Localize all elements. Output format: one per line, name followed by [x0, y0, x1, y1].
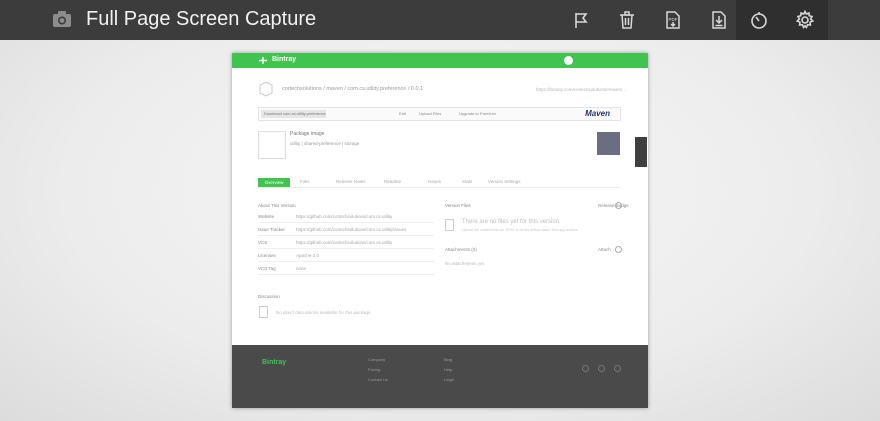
footer-link[interactable]: Blog	[444, 357, 452, 362]
version-files-title: Version Files	[445, 203, 471, 208]
no-files-hint: Upload the content from an SPDX to do th…	[462, 228, 579, 232]
footer-link[interactable]: Pricing	[368, 367, 380, 372]
camera-icon	[53, 11, 71, 27]
qr-code	[597, 132, 620, 155]
release-badge-link[interactable]: Release Badge	[598, 203, 629, 208]
tab-stats[interactable]: Stats	[462, 179, 472, 184]
tab-issues[interactable]: Issues	[428, 179, 441, 184]
twitter-icon[interactable]	[598, 365, 605, 372]
tab-version-settings[interactable]: Version Settings	[488, 179, 521, 184]
timer-button[interactable]	[736, 0, 782, 40]
flag-button[interactable]	[558, 0, 604, 40]
issue-tracker-link[interactable]: https://github.com/cortechsolutions/com.…	[296, 227, 406, 232]
edit-link[interactable]: Edit	[399, 111, 406, 116]
file-icon	[445, 219, 454, 231]
footer-link[interactable]: Legal	[444, 377, 454, 382]
table-row: Website https://github.com/cortechsolutio…	[258, 211, 434, 223]
upgrade-link[interactable]: Upgrade to Premium	[459, 111, 496, 116]
attachments-empty: No attachments yet.	[445, 261, 486, 266]
svg-text:PDF: PDF	[669, 17, 678, 22]
rss-icon[interactable]	[614, 365, 621, 372]
license-link[interactable]: Apache-2.0	[296, 253, 319, 258]
github-icon[interactable]	[582, 365, 589, 372]
add-icon[interactable]	[615, 202, 622, 209]
footer-link[interactable]: Help	[444, 367, 452, 372]
download-chip[interactable]: Download com.cs.utility.preference	[261, 110, 326, 118]
preview-footer: Bintray Company Pricing Contact Us Blog …	[232, 345, 648, 408]
download-pdf-button[interactable]: PDF	[650, 0, 696, 40]
pdf-download-icon: PDF	[666, 11, 680, 29]
preview-brand: Bintray	[272, 56, 297, 63]
table-row: VCS https://github.com/cortechsolutions/c…	[258, 237, 434, 249]
discussion-icon	[259, 306, 268, 318]
table-row: VCS Tag none	[258, 263, 434, 275]
vcs-link[interactable]: https://github.com/cortechsolutions/com.…	[296, 240, 392, 245]
captured-page-preview[interactable]: Bintray cortechsolutions / maven / com.c…	[232, 53, 648, 408]
attach-link[interactable]: Attach	[598, 247, 611, 252]
image-download-icon	[712, 11, 726, 29]
timer-icon	[751, 12, 767, 29]
package-icon	[259, 81, 273, 97]
package-tags: utility | shared-preference | storage	[290, 141, 360, 146]
discussion-text: No direct discussions available for this…	[276, 310, 372, 315]
table-row: Issue Tracker https://github.com/cortechs…	[258, 224, 434, 236]
add-attachment-icon[interactable]	[615, 246, 622, 253]
footer-link[interactable]: Company	[368, 357, 385, 362]
about-title: About This Version	[258, 203, 296, 208]
footer-link[interactable]: Contact Us	[368, 377, 388, 382]
website-link[interactable]: https://github.com/cortechsolutions/com.…	[296, 214, 392, 219]
maven-logo: Maven	[585, 109, 610, 118]
table-row: Licenses Apache-2.0	[258, 250, 434, 262]
download-bar: Download com.cs.utility.preference Edit …	[258, 107, 621, 121]
flag-icon	[575, 13, 588, 28]
upload-files-link[interactable]: Upload Files	[419, 111, 441, 116]
delete-button[interactable]	[604, 0, 650, 40]
footer-logo: Bintray	[262, 359, 287, 366]
attachments-title: Attachments (0)	[445, 247, 477, 252]
preview-header: Bintray	[232, 53, 648, 68]
gear-icon	[795, 10, 815, 29]
breadcrumb: cortechsolutions / maven / com.cs.utilit…	[282, 86, 424, 92]
bintray-logo-icon	[259, 57, 267, 64]
trash-icon	[620, 11, 634, 29]
tab-overview[interactable]: Overview	[258, 178, 290, 187]
discussion-title: Discussion	[258, 294, 280, 299]
top-toolbar: Full Page Screen Capture PDF	[0, 0, 880, 40]
app-title: Full Page Screen Capture	[86, 8, 317, 30]
tab-readme[interactable]: Readme	[384, 179, 401, 184]
feedback-tab[interactable]	[635, 137, 647, 167]
breadcrumb-url: https://bintray.com/cortechsolutions/mav…	[536, 87, 626, 92]
tab-release-notes[interactable]: Release Notes	[336, 179, 366, 184]
package-image	[258, 131, 286, 159]
tab-files[interactable]: Files	[300, 179, 310, 184]
no-files-message: There are no files yet for this version.	[462, 219, 561, 225]
avatar	[564, 56, 573, 65]
tab-bar: Overview Files Release Notes Readme Issu…	[258, 178, 621, 188]
settings-button[interactable]	[782, 0, 828, 40]
package-title: Package image	[290, 131, 325, 137]
